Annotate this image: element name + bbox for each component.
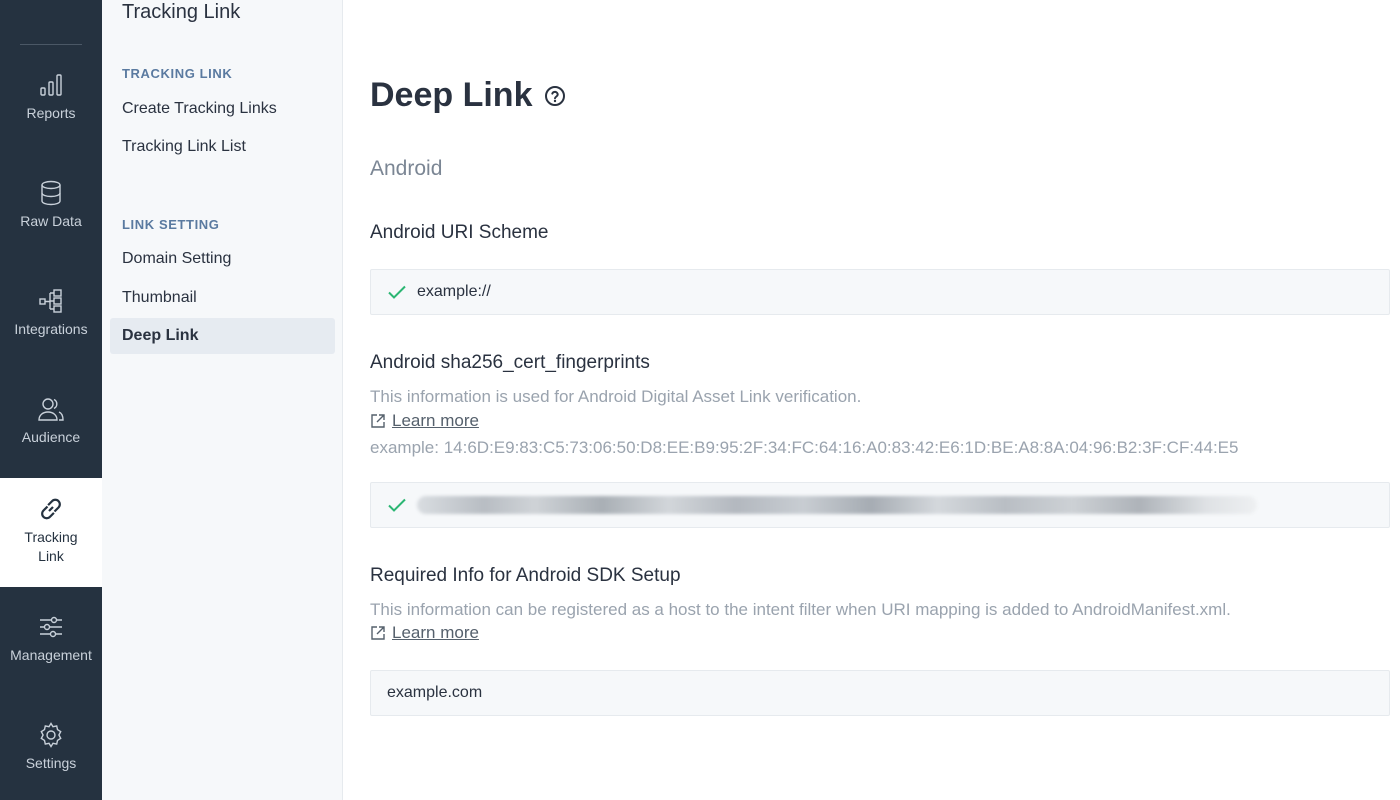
learn-more-text: Learn more <box>392 623 479 642</box>
subnav-title: Tracking Link <box>122 1 241 23</box>
rail-item-raw-data[interactable]: Raw Data <box>0 178 102 231</box>
uri-scheme-label: Android URI Scheme <box>370 222 549 243</box>
sdk-host-value: example.com <box>387 684 483 701</box>
fingerprints-label: Android sha256_cert_fingerprints <box>370 352 650 373</box>
external-link-icon <box>371 626 385 640</box>
subnav-section-heading: TRACKING LINK <box>122 66 233 81</box>
help-icon[interactable] <box>544 85 566 107</box>
fingerprints-field[interactable] <box>370 482 1390 528</box>
rail-item-label: Management <box>10 647 92 663</box>
external-link-icon <box>371 414 385 428</box>
rail-item-settings[interactable]: Settings <box>0 720 102 773</box>
sdk-host-field[interactable]: example.com <box>370 670 1390 716</box>
rail-item-audience[interactable]: Audience <box>0 394 102 447</box>
rail-item-reports[interactable]: Reports <box>0 70 102 123</box>
platform-heading: Android <box>370 157 443 180</box>
sdk-setup-description: This information can be registered as a … <box>370 600 1231 619</box>
page-title: Deep Link <box>370 76 566 115</box>
main-content: Deep Link Android Android URI Scheme exa… <box>370 0 1390 800</box>
rail-item-label: Settings <box>25 755 77 771</box>
subnav-section-heading: LINK SETTING <box>122 217 220 232</box>
rail-item-integrations[interactable]: Integrations <box>0 286 102 339</box>
rail-item-management[interactable]: Management <box>0 612 102 665</box>
fingerprints-description: This information is used for Android Dig… <box>370 387 862 406</box>
subnav-item-tracking-link-list[interactable]: Tracking Link List <box>110 129 335 165</box>
subnav-item-create-tracking-links[interactable]: Create Tracking Links <box>110 91 335 127</box>
uri-scheme-field[interactable]: example:// <box>370 269 1390 315</box>
rail-item-label: Integrations <box>14 321 88 337</box>
sdk-setup-learn-more-link[interactable]: Learn more <box>370 623 479 643</box>
check-icon <box>387 497 407 513</box>
subnav-item-thumbnail[interactable]: Thumbnail <box>110 280 335 316</box>
fingerprints-example: example: 14:6D:E9:83:C5:73:06:50:D8:EE:B… <box>370 438 1239 457</box>
main-rail: Reports Raw Data Integrations Audience T… <box>0 0 102 800</box>
rail-divider <box>20 44 82 45</box>
subnav-item-deep-link[interactable]: Deep Link <box>110 318 335 354</box>
rail-item-label: Raw Data <box>20 213 82 229</box>
sliders-icon <box>36 612 66 642</box>
page-title-text: Deep Link <box>370 76 533 114</box>
uri-scheme-value: example:// <box>417 283 491 300</box>
blurred-fingerprint-value <box>417 496 1257 514</box>
link-icon <box>36 494 66 524</box>
fingerprints-learn-more-link[interactable]: Learn more <box>370 411 479 431</box>
subnav-item-domain-setting[interactable]: Domain Setting <box>110 241 335 277</box>
sdk-setup-label: Required Info for Android SDK Setup <box>370 565 681 586</box>
rail-item-label: Reports <box>26 105 76 121</box>
bar-chart-icon <box>37 70 65 100</box>
database-icon <box>37 178 65 208</box>
rail-item-label: Tracking Link <box>24 529 78 564</box>
rail-item-tracking-link[interactable]: Tracking Link <box>0 478 102 587</box>
integrations-icon <box>37 286 65 316</box>
users-icon <box>37 394 65 424</box>
rail-item-label: Audience <box>21 429 81 445</box>
learn-more-text: Learn more <box>392 411 479 430</box>
gear-icon <box>37 720 65 750</box>
tracking-link-subnav: Tracking Link TRACKING LINK Create Track… <box>102 0 343 800</box>
check-icon <box>387 284 407 300</box>
